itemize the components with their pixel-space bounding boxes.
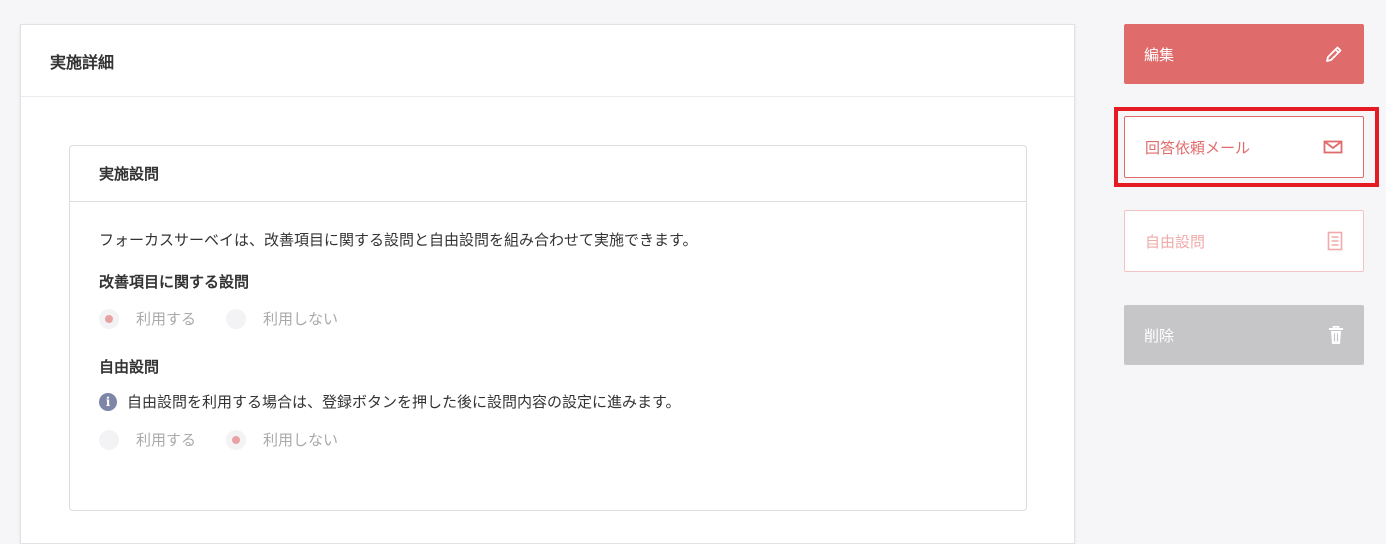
free-nouse-radio[interactable]: [226, 429, 247, 450]
delete-button[interactable]: 削除: [1124, 305, 1364, 365]
free-section-info-text: 自由設問を利用する場合は、登録ボタンを押した後に設問内容の設定に進みます。: [127, 393, 681, 411]
request-mail-button[interactable]: 回答依頼メール: [1124, 116, 1364, 178]
free-nouse-label: 利用しない: [263, 431, 339, 449]
envelope-icon: [1323, 139, 1343, 155]
questions-card-title: 実施設問: [70, 146, 1026, 202]
trash-icon: [1328, 325, 1344, 345]
pencil-icon: [1324, 44, 1344, 64]
info-icon: i: [99, 392, 117, 411]
free-nouse-option[interactable]: 利用しない: [226, 429, 338, 450]
improvement-use-label: 利用する: [136, 310, 197, 328]
free-question-button-label: 自由設問: [1145, 232, 1206, 251]
free-section-title: 自由設問: [99, 358, 160, 376]
edit-button-label: 編集: [1144, 45, 1175, 64]
questions-card: 実施設問 フォーカスサーベイは、改善項目に関する設問と自由設問を組み合わせて実施…: [69, 145, 1027, 511]
improvement-use-radio[interactable]: [99, 308, 119, 329]
improvement-nouse-radio[interactable]: [226, 308, 247, 329]
free-use-radio[interactable]: [99, 429, 119, 450]
edit-button[interactable]: 編集: [1124, 24, 1364, 84]
improvement-nouse-label: 利用しない: [263, 310, 339, 328]
free-use-option[interactable]: 利用する: [99, 429, 196, 450]
improvement-nouse-option[interactable]: 利用しない: [226, 308, 338, 329]
free-use-label: 利用する: [136, 431, 197, 449]
improvement-radio-group: 利用する 利用しない: [99, 308, 368, 329]
free-question-button[interactable]: 自由設問: [1124, 210, 1364, 272]
delete-button-label: 削除: [1144, 326, 1175, 345]
document-icon: [1327, 231, 1343, 251]
improvement-use-option[interactable]: 利用する: [99, 308, 196, 329]
improvement-section-title: 改善項目に関する設問: [99, 273, 250, 291]
implementation-details-card: 実施詳細 実施設問 フォーカスサーベイは、改善項目に関する設問と自由設問を組み合…: [20, 24, 1075, 544]
free-radio-group: 利用する 利用しない: [99, 429, 368, 450]
questions-description: フォーカスサーベイは、改善項目に関する設問と自由設問を組み合わせて実施できます。: [99, 231, 698, 249]
request-mail-button-label: 回答依頼メール: [1145, 138, 1251, 157]
free-section-info: i 自由設問を利用する場合は、登録ボタンを押した後に設問内容の設定に進みます。: [99, 391, 681, 412]
page-title: 実施詳細: [21, 25, 1074, 97]
